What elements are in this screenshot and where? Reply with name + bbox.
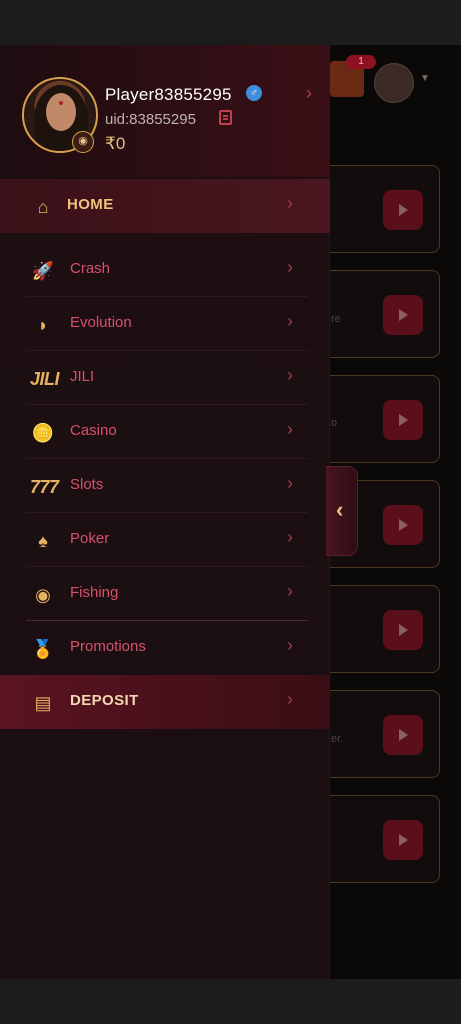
menu-item-label: Fishing xyxy=(70,584,119,601)
slots-777-icon: 777 xyxy=(30,477,59,497)
coins-icon: 🪙 xyxy=(31,423,55,443)
wallet-icon: ▤ xyxy=(34,693,52,713)
play-icon xyxy=(383,295,423,335)
chevron-right-icon[interactable]: › xyxy=(306,83,312,104)
play-icon xyxy=(383,400,423,440)
menu-item-fishing[interactable]: ◉ Fishing › xyxy=(0,567,330,621)
spade-icon: ♠ xyxy=(38,531,48,551)
play-icon xyxy=(383,190,423,230)
chevron-right-icon: › xyxy=(287,193,293,213)
menu-item-deposit[interactable]: ▤ DEPOSIT › xyxy=(0,675,330,729)
chevron-right-icon: › xyxy=(287,635,293,655)
play-icon xyxy=(383,610,423,650)
avatar-face xyxy=(46,93,76,131)
system-nav-bar xyxy=(0,979,461,1024)
card-text: er. xyxy=(331,733,344,745)
status-bar xyxy=(0,0,461,45)
menu-item-label: Poker xyxy=(70,530,110,547)
chevron-right-icon: › xyxy=(287,527,293,547)
menu-item-evolution[interactable]: ◗ Evolution › xyxy=(0,297,330,351)
menu-item-label: Casino xyxy=(70,422,117,439)
side-drawer: ◉ Player83855295 ♂ › uid:83855295 ₹0 ⌂ H… xyxy=(0,45,330,979)
chevron-right-icon: › xyxy=(287,257,293,277)
menu-item-label: DEPOSIT xyxy=(70,692,139,709)
menu-item-casino[interactable]: 🪙 Casino › xyxy=(0,405,330,459)
menu-item-label: JILI xyxy=(70,368,95,385)
play-icon xyxy=(383,820,423,860)
player-name: Player83855295 xyxy=(105,85,232,104)
play-icon xyxy=(383,715,423,755)
evolution-icon: ◗ xyxy=(37,315,49,335)
user-id: uid:83855295 xyxy=(105,111,196,128)
menu-item-poker[interactable]: ♠ Poker › xyxy=(0,513,330,567)
avatar-bindi xyxy=(59,101,63,105)
menu-item-home[interactable]: ⌂ HOME › xyxy=(0,179,330,233)
balance: ₹0 xyxy=(105,134,126,153)
rocket-icon: 🚀 xyxy=(31,261,55,281)
chevron-right-icon: › xyxy=(287,365,293,385)
male-icon: ♂ xyxy=(246,85,262,101)
jili-logo: JILI xyxy=(30,369,60,389)
play-icon xyxy=(383,505,423,545)
chevron-down-icon: ▼ xyxy=(420,73,430,84)
menu-item-label: Slots xyxy=(70,476,104,493)
collapse-drawer-button[interactable]: ‹ xyxy=(326,466,358,556)
card-text: re xyxy=(331,313,341,325)
chevron-right-icon: › xyxy=(287,419,293,439)
menu-item-label: Promotions xyxy=(70,638,146,655)
menu-item-jili[interactable]: JILI JILI › xyxy=(0,351,330,405)
gift-badge: 1 xyxy=(346,55,376,69)
menu-item-label: Evolution xyxy=(70,314,132,331)
menu-item-label: HOME xyxy=(67,196,114,213)
menu-item-slots[interactable]: 777 Slots › xyxy=(0,459,330,513)
medal-icon: 🏅 xyxy=(31,639,55,659)
chevron-right-icon: › xyxy=(287,311,293,331)
menu-item-promotions[interactable]: 🏅 Promotions › xyxy=(0,621,330,675)
header-avatar xyxy=(374,63,414,103)
chevron-right-icon: › xyxy=(287,581,293,601)
camera-icon[interactable]: ◉ xyxy=(72,131,94,153)
chevron-left-icon: ‹ xyxy=(336,497,344,522)
copy-icon[interactable] xyxy=(219,110,232,125)
card-text: o xyxy=(331,417,338,429)
home-icon: ⌂ xyxy=(37,197,49,217)
fish-icon: ◉ xyxy=(35,585,51,605)
menu-item-label: Crash xyxy=(70,260,111,277)
menu-item-crash[interactable]: 🚀 Crash › xyxy=(0,243,330,297)
chevron-right-icon: › xyxy=(287,473,293,493)
chevron-right-icon: › xyxy=(287,689,293,709)
profile-header[interactable]: ◉ Player83855295 ♂ › uid:83855295 ₹0 xyxy=(0,45,330,177)
